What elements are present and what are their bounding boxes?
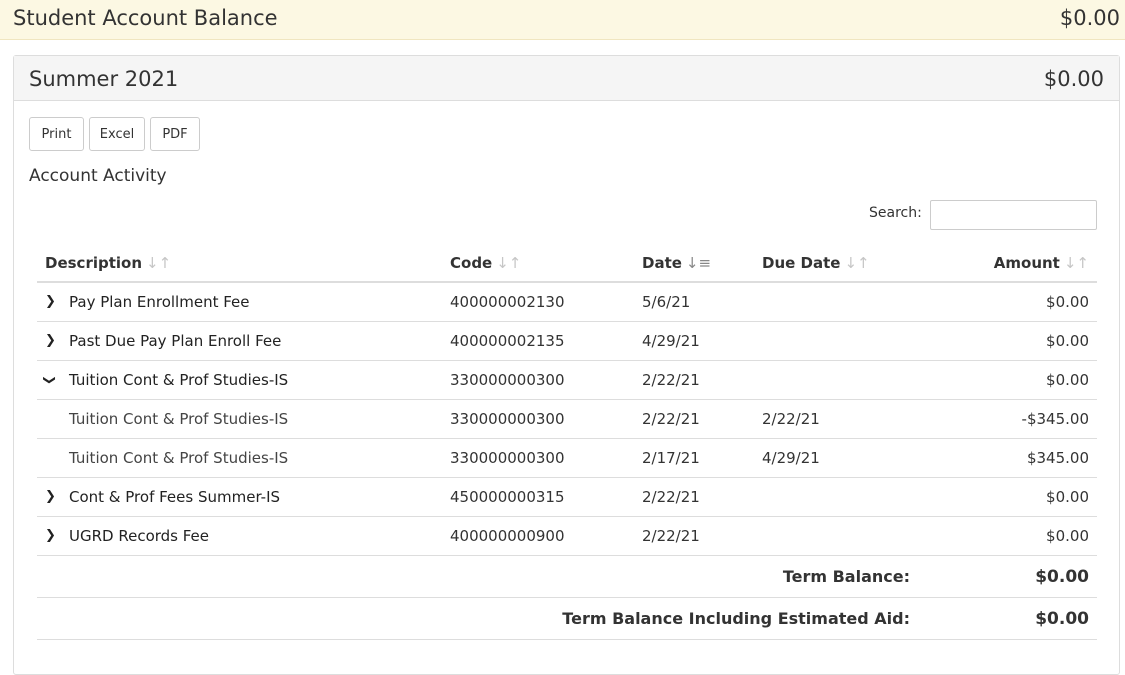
sort-descending-icon: ↓≡ [685,254,712,272]
excel-button[interactable]: Excel [89,117,145,151]
table-row-expanded[interactable]: ❯ Tuition Cont & Prof Studies-IS 3300000… [37,361,1097,400]
row-amount: $0.00 [1046,332,1089,350]
row-date: 5/6/21 [642,293,691,311]
table-row[interactable]: ❯ UGRD Records Fee 400000000900 2/22/21 … [37,517,1097,556]
row-date: 2/22/21 [642,488,700,506]
sort-icon: ↓↑ [844,254,870,272]
row-description: Tuition Cont & Prof Studies-IS [69,410,289,428]
table-child-row: Tuition Cont & Prof Studies-IS 330000000… [37,439,1097,478]
estimated-aid-balance-row: Term Balance Including Estimated Aid: $0… [37,598,1097,640]
column-header-date[interactable]: Date ↓≡ [642,244,711,282]
row-amount: $0.00 [1046,293,1089,311]
search-label: Search: [869,205,922,221]
row-date: 2/22/21 [642,527,700,545]
column-header-code[interactable]: Code ↓↑ [450,244,521,282]
row-code: 330000000300 [450,449,565,467]
table-child-row: Tuition Cont & Prof Studies-IS 330000000… [37,400,1097,439]
column-header-due-date[interactable]: Due Date ↓↑ [762,244,870,282]
chevron-down-icon[interactable]: ❯ [31,375,69,395]
term-balance-row: Term Balance: $0.00 [37,556,1097,598]
row-amount: $345.00 [1026,449,1089,467]
column-header-amount[interactable]: Amount ↓↑ [994,244,1089,282]
row-date: 2/17/21 [642,449,700,467]
row-description: Tuition Cont & Prof Studies-IS [69,449,289,467]
banner-title: Student Account Balance [13,6,278,30]
row-code: 400000000900 [450,527,565,545]
table-row[interactable]: ❯ Pay Plan Enrollment Fee 400000002130 5… [37,283,1097,322]
row-description: Pay Plan Enrollment Fee [69,293,250,311]
row-code: 400000002130 [450,293,565,311]
pdf-button[interactable]: PDF [150,117,200,151]
chevron-right-icon[interactable]: ❯ [45,322,65,360]
account-balance-banner: Student Account Balance $0.00 [0,0,1125,40]
row-date: 4/29/21 [642,332,700,350]
row-description: UGRD Records Fee [69,527,210,545]
row-description: Cont & Prof Fees Summer-IS [69,488,281,506]
row-amount: $0.00 [1046,527,1089,545]
term-balance-amount: $0.00 [1035,567,1089,587]
table-row[interactable]: ❯ Past Due Pay Plan Enroll Fee 400000002… [37,322,1097,361]
term-title: Summer 2021 [29,67,179,91]
term-panel-header[interactable]: Summer 2021 $0.00 [14,56,1119,101]
row-code: 450000000315 [450,488,565,506]
chevron-right-icon[interactable]: ❯ [45,478,65,516]
row-amount: $0.00 [1046,488,1089,506]
term-balance-label: Term Balance: [782,567,910,586]
sort-icon: ↓↑ [496,254,522,272]
row-code: 400000002135 [450,332,565,350]
row-description: Tuition Cont & Prof Studies-IS [69,371,289,389]
term-amount: $0.00 [1043,67,1104,91]
row-date: 2/22/21 [642,410,700,428]
table-row[interactable]: ❯ Cont & Prof Fees Summer-IS 45000000031… [37,478,1097,517]
row-due-date: 4/29/21 [762,449,820,467]
chevron-right-icon[interactable]: ❯ [45,283,65,321]
search-input[interactable] [930,200,1097,230]
banner-amount: $0.00 [1059,6,1120,30]
sort-icon: ↓↑ [1063,254,1089,272]
sort-icon: ↓↑ [146,254,172,272]
chevron-right-icon[interactable]: ❯ [45,517,65,555]
column-header-description[interactable]: Description ↓↑ [45,244,171,282]
row-description: Past Due Pay Plan Enroll Fee [69,332,282,350]
row-date: 2/22/21 [642,371,700,389]
row-amount: $0.00 [1046,371,1089,389]
row-code: 330000000300 [450,371,565,389]
row-code: 330000000300 [450,410,565,428]
row-due-date: 2/22/21 [762,410,820,428]
term-panel: Summer 2021 $0.00 Print Excel PDF Accoun… [13,55,1120,675]
print-button[interactable]: Print [29,117,84,151]
estimated-aid-balance-label: Term Balance Including Estimated Aid: [562,609,910,628]
section-title: Account Activity [29,166,167,186]
estimated-aid-balance-amount: $0.00 [1035,609,1089,629]
row-amount: -$345.00 [1021,410,1089,428]
